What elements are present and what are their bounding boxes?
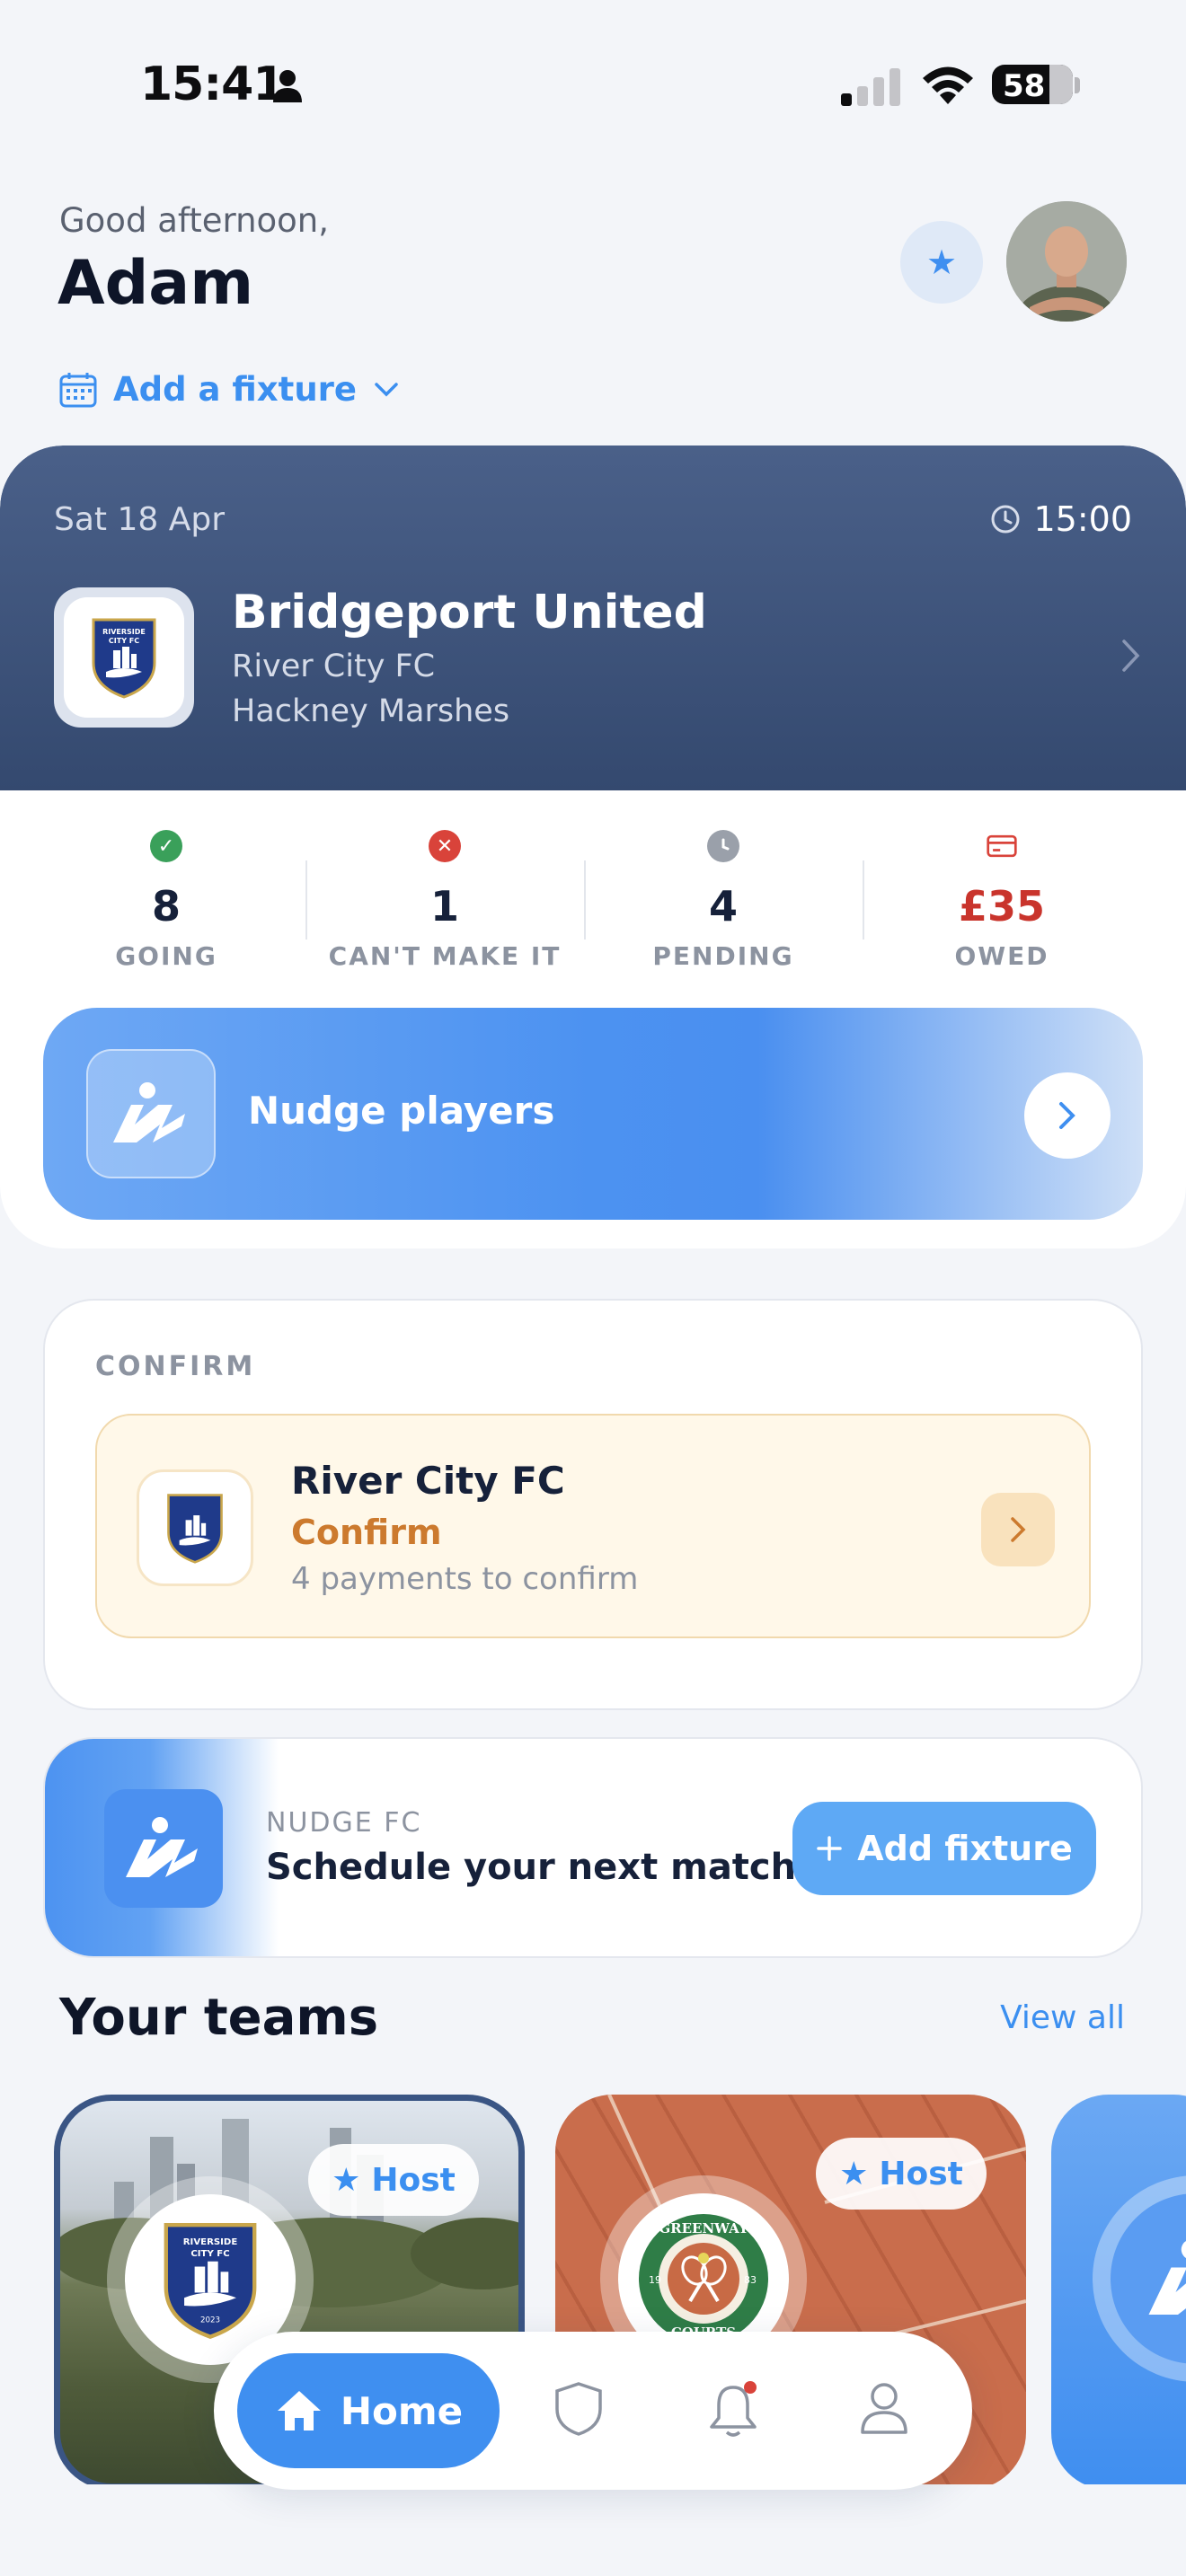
- team-crest: [1093, 2175, 1186, 2382]
- status-time: 15:41: [140, 57, 286, 111]
- stat-label: CAN'T MAKE IT: [328, 941, 562, 971]
- stat-pending[interactable]: 4 PENDING: [584, 823, 863, 975]
- host-label: Host: [879, 2155, 963, 2192]
- nudge-logo-icon: [104, 1789, 223, 1908]
- svg-text:RIVERSIDE: RIVERSIDE: [183, 2237, 238, 2247]
- host-badge: ★ Host: [816, 2138, 987, 2210]
- plus-icon: [817, 1836, 843, 1861]
- confirm-open-button[interactable]: [981, 1493, 1055, 1566]
- stat-going[interactable]: ✓ 8 GOING: [27, 823, 305, 975]
- add-fixture-button-label: Add fixture: [857, 1829, 1073, 1868]
- fixture-header[interactable]: Sat 18 Apr 15:00 RIVERSIDE CITY FC Bridg…: [0, 446, 1186, 790]
- confirm-payments-item[interactable]: River City FC Confirm 4 payments to conf…: [95, 1414, 1091, 1638]
- opponent-name: Bridgeport United: [232, 586, 707, 640]
- svg-text:CITY FC: CITY FC: [190, 2249, 229, 2259]
- add-fixture-button[interactable]: Add fixture: [792, 1802, 1096, 1895]
- promo-text: Schedule your next match: [266, 1847, 797, 1888]
- attendance-stats: ✓ 8 GOING ✕ 1 CAN'T MAKE IT 4 PENDING £3…: [27, 823, 1141, 975]
- svg-text:GREENWAY: GREENWAY: [659, 2220, 748, 2236]
- host-badge: ★ Host: [308, 2144, 479, 2216]
- credit-card-icon: [987, 834, 1017, 858]
- svg-text:2023: 2023: [200, 2316, 220, 2325]
- stat-value: 4: [708, 882, 738, 931]
- greeting: Good afternoon,: [59, 201, 330, 240]
- bottom-safe-area: [0, 2484, 1186, 2576]
- svg-text:83: 83: [744, 2274, 757, 2286]
- cellular-signal-icon: [841, 68, 900, 106]
- fixture-time-block: 15:00: [990, 499, 1132, 539]
- fixture-date: Sat 18 Apr: [54, 501, 226, 538]
- svg-text:19: 19: [649, 2274, 661, 2286]
- add-fixture-dropdown[interactable]: Add a fixture: [59, 370, 400, 409]
- nudge-players-label: Nudge players: [248, 1089, 555, 1133]
- chevron-right-icon: [1122, 640, 1140, 672]
- bottom-tab-bar: Home: [214, 2332, 972, 2490]
- home-icon: [277, 2391, 321, 2430]
- confirm-description: 4 payments to confirm: [291, 1561, 639, 1597]
- section-title: CONFIRM: [95, 1351, 256, 1382]
- check-circle-icon: ✓: [150, 830, 182, 862]
- chevron-down-icon: [375, 382, 398, 396]
- user-name: Adam: [58, 248, 254, 319]
- star-icon: ★: [839, 2155, 869, 2192]
- stat-owed[interactable]: £35 OWED: [863, 823, 1141, 975]
- nudge-logo-icon: [1148, 2240, 1186, 2315]
- calendar-icon: [59, 372, 97, 407]
- team-badge: RIVERSIDE CITY FC: [54, 587, 194, 728]
- avatar[interactable]: [1006, 201, 1127, 322]
- svg-text:CITY FC: CITY FC: [109, 637, 139, 645]
- nudge-logo-icon: [86, 1049, 216, 1178]
- team-badge: [137, 1469, 253, 1586]
- battery-tip: [1075, 77, 1080, 93]
- host-label: Host: [371, 2161, 456, 2199]
- favorites-button[interactable]: ★: [900, 221, 983, 304]
- svg-text:RIVERSIDE: RIVERSIDE: [102, 628, 146, 636]
- riverside-crest-icon: RIVERSIDE CITY FC 2023: [164, 2223, 257, 2339]
- bell-icon[interactable]: [706, 2380, 760, 2439]
- star-icon: ★: [925, 243, 958, 282]
- stat-cant-make-it[interactable]: ✕ 1 CAN'T MAKE IT: [305, 823, 584, 975]
- team-card-nudge[interactable]: [1051, 2095, 1186, 2490]
- confirm-status: Confirm: [291, 1513, 442, 1552]
- wifi-icon: [923, 66, 973, 104]
- profile-icon[interactable]: [859, 2380, 909, 2436]
- stat-value: 8: [151, 882, 181, 931]
- tab-home-label: Home: [340, 2388, 464, 2433]
- shield-icon[interactable]: [553, 2380, 604, 2438]
- stat-value: 1: [429, 882, 459, 931]
- chevron-right-icon: [1059, 1102, 1075, 1129]
- schedule-promo-card: NUDGE FC Schedule your next match Add fi…: [43, 1737, 1143, 1958]
- stat-label: PENDING: [652, 941, 794, 971]
- person-icon: [273, 70, 302, 102]
- battery-indicator: 58: [992, 65, 1073, 104]
- status-bar: 15:41 58: [0, 0, 1186, 171]
- nudge-players-button[interactable]: Nudge players: [43, 1008, 1143, 1220]
- fixture-team: River City FC: [232, 648, 436, 684]
- view-all-link[interactable]: View all: [1000, 1999, 1125, 2036]
- teams-section-title: Your teams: [59, 1989, 379, 2047]
- tab-home[interactable]: Home: [237, 2353, 500, 2468]
- next-fixture-card: Sat 18 Apr 15:00 RIVERSIDE CITY FC Bridg…: [0, 446, 1186, 1248]
- confirm-team: River City FC: [291, 1459, 565, 1503]
- confirm-section: CONFIRM River City FC Confirm 4 payments…: [43, 1299, 1143, 1710]
- stat-label: GOING: [115, 941, 217, 971]
- greenway-courts-crest-icon: GREENWAY COURTS 19 83: [639, 2214, 768, 2343]
- x-circle-icon: ✕: [429, 830, 461, 862]
- stat-value: £35: [958, 882, 1046, 931]
- promo-brand: NUDGE FC: [266, 1807, 422, 1839]
- fixture-venue: Hackney Marshes: [232, 693, 510, 729]
- battery-level: 58: [1003, 68, 1046, 104]
- riverside-crest-icon: RIVERSIDE CITY FC: [92, 618, 156, 699]
- riverside-crest-icon: [167, 1494, 223, 1564]
- add-fixture-label: Add a fixture: [113, 370, 357, 409]
- clock-icon: [707, 830, 739, 862]
- nudge-go-button[interactable]: [1024, 1072, 1111, 1159]
- avatar-photo: [1006, 201, 1127, 322]
- star-icon: ★: [332, 2161, 361, 2199]
- stat-label: OWED: [954, 941, 1049, 971]
- fixture-time: 15:00: [1033, 499, 1132, 539]
- clock-icon: [991, 505, 1020, 534]
- chevron-right-icon: [1011, 1517, 1026, 1542]
